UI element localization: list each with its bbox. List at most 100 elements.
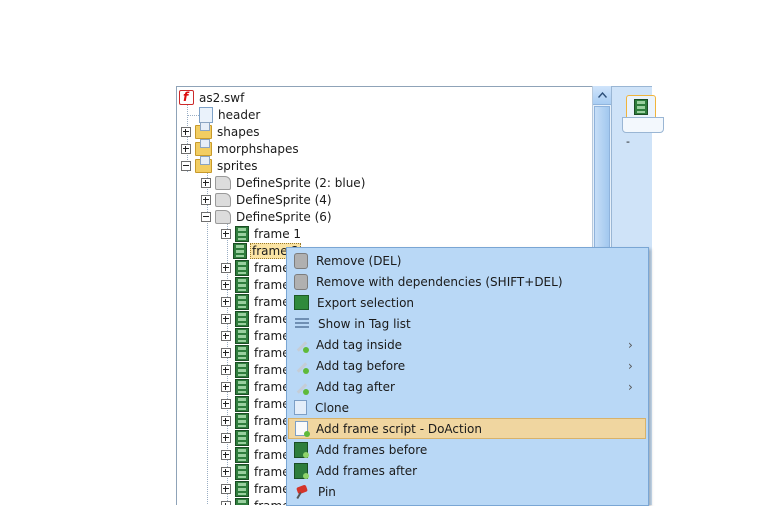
menu-item-label: Show in Tag list xyxy=(318,316,411,331)
folder-icon xyxy=(195,138,212,156)
frame-icon xyxy=(235,446,249,463)
tree-node-shapes[interactable]: shapes xyxy=(181,121,261,140)
tree-node-sprite-2[interactable]: DefineSprite (2: blue) xyxy=(201,174,367,191)
tree-node-frame[interactable]: frame xyxy=(221,259,292,276)
menu-item-add-tag-before[interactable]: Add tag before › xyxy=(288,355,646,376)
expand-icon[interactable] xyxy=(221,313,231,324)
expand-icon[interactable] xyxy=(221,279,231,290)
tree-node-frame[interactable]: frame xyxy=(221,412,292,429)
menu-item-label: Add tag after xyxy=(316,379,395,394)
frame-icon xyxy=(233,242,247,259)
frame-icon xyxy=(235,276,249,293)
menu-item-add-frame-script[interactable]: Add frame script - DoAction xyxy=(288,418,646,439)
frame-icon xyxy=(235,378,249,395)
collapse-icon[interactable] xyxy=(181,160,191,171)
context-menu: Remove (DEL) Remove with dependencies (S… xyxy=(286,247,649,506)
remove-icon xyxy=(294,273,308,290)
tree-node-frame[interactable]: frame xyxy=(221,446,292,463)
menu-item-label: Clone xyxy=(315,400,350,415)
tree-node-label: DefineSprite (4) xyxy=(236,192,332,207)
expand-icon[interactable] xyxy=(221,449,231,460)
expand-icon[interactable] xyxy=(221,347,231,358)
tree-node-root[interactable]: as2.swf xyxy=(179,89,246,106)
menu-item-label: Add frames before xyxy=(316,442,428,457)
expand-icon[interactable] xyxy=(181,143,191,154)
tree-node-label: as2.swf xyxy=(199,90,245,105)
menu-item-remove-with-dependencies[interactable]: Remove with dependencies (SHIFT+DEL) xyxy=(288,271,646,292)
tree-node-sprites[interactable]: sprites xyxy=(181,155,259,174)
export-icon xyxy=(294,295,309,310)
menu-item-clone[interactable]: Clone xyxy=(288,397,646,418)
tree-node-frame[interactable]: frame xyxy=(221,429,292,446)
expand-icon[interactable] xyxy=(221,500,231,505)
expand-icon[interactable] xyxy=(201,177,211,188)
tree-node-frame[interactable]: frame xyxy=(221,480,292,497)
tree-node-frame[interactable]: frame xyxy=(221,463,292,480)
frame-icon xyxy=(235,310,249,327)
tree-node-frame-1[interactable]: frame 1 xyxy=(221,225,303,242)
expand-icon[interactable] xyxy=(221,262,231,273)
submenu-arrow-icon: › xyxy=(628,379,633,394)
pin-icon xyxy=(294,484,310,500)
submenu-arrow-icon: › xyxy=(628,358,633,373)
document-icon xyxy=(199,106,213,123)
expand-icon[interactable] xyxy=(221,296,231,307)
expand-icon[interactable] xyxy=(181,126,191,137)
frame-icon xyxy=(235,344,249,361)
menu-item-label: Remove with dependencies (SHIFT+DEL) xyxy=(316,274,563,289)
tree-node-frame[interactable]: frame xyxy=(221,310,292,327)
expand-icon[interactable] xyxy=(221,381,231,392)
tree-node-label: shapes xyxy=(217,124,260,139)
menu-item-remove[interactable]: Remove (DEL) xyxy=(288,250,646,271)
tree-node-label: morphshapes xyxy=(217,141,299,156)
menu-item-add-tag-inside[interactable]: Add tag inside › xyxy=(288,334,646,355)
expand-icon[interactable] xyxy=(221,398,231,409)
frame-icon xyxy=(235,395,249,412)
menu-item-label: Export selection xyxy=(317,295,415,310)
tree-node-frame[interactable]: frame xyxy=(221,327,292,344)
expand-icon[interactable] xyxy=(221,415,231,426)
menu-item-add-frames-before[interactable]: Add frames before xyxy=(288,439,646,460)
expand-icon[interactable] xyxy=(221,330,231,341)
expand-icon[interactable] xyxy=(221,483,231,494)
sprite-icon xyxy=(215,175,231,190)
menu-item-pin[interactable]: Pin xyxy=(288,481,646,502)
tree-node-header[interactable]: header xyxy=(199,106,262,123)
tree-node-frame[interactable]: frame xyxy=(221,378,292,395)
menu-item-export-selection[interactable]: Export selection xyxy=(288,292,646,313)
tree-node-sprite-4[interactable]: DefineSprite (4) xyxy=(201,191,334,208)
menu-item-show-in-tag-list[interactable]: Show in Tag list xyxy=(288,313,646,334)
frames-icon xyxy=(294,441,309,458)
preview-tab[interactable] xyxy=(626,95,656,119)
expand-icon[interactable] xyxy=(221,228,231,239)
preview-field xyxy=(622,117,664,133)
tree-node-frame[interactable]: frame xyxy=(221,395,292,412)
clone-icon xyxy=(294,400,307,415)
scroll-up-button[interactable] xyxy=(593,86,611,105)
collapse-icon[interactable] xyxy=(201,211,211,222)
folder-icon xyxy=(195,155,212,173)
expand-icon[interactable] xyxy=(221,364,231,375)
menu-item-add-tag-after[interactable]: Add tag after › xyxy=(288,376,646,397)
add-tag-icon xyxy=(294,338,309,353)
tree-node-frame[interactable]: frame xyxy=(221,276,292,293)
frame-icon xyxy=(235,327,249,344)
tree-node-label: header xyxy=(218,107,261,122)
tree-node-sprite-6[interactable]: DefineSprite (6) xyxy=(201,208,334,225)
script-icon xyxy=(295,421,310,437)
tree-node-frame[interactable]: frame xyxy=(221,344,292,361)
expand-icon[interactable] xyxy=(201,194,211,205)
expand-icon[interactable] xyxy=(221,432,231,443)
expand-icon[interactable] xyxy=(221,466,231,477)
frame-icon xyxy=(235,480,249,497)
sprite-icon xyxy=(215,209,231,224)
frame-icon xyxy=(235,412,249,429)
menu-item-label: Add tag inside xyxy=(316,337,403,352)
tree-node-frame[interactable]: frame xyxy=(221,361,292,378)
add-tag-icon xyxy=(294,359,309,374)
frame-icon xyxy=(235,361,249,378)
menu-item-add-frames-after[interactable]: Add frames after xyxy=(288,460,646,481)
tree-node-morphshapes[interactable]: morphshapes xyxy=(181,138,301,157)
tree-node-frame[interactable]: frame xyxy=(221,293,292,310)
frame-icon xyxy=(235,259,249,276)
